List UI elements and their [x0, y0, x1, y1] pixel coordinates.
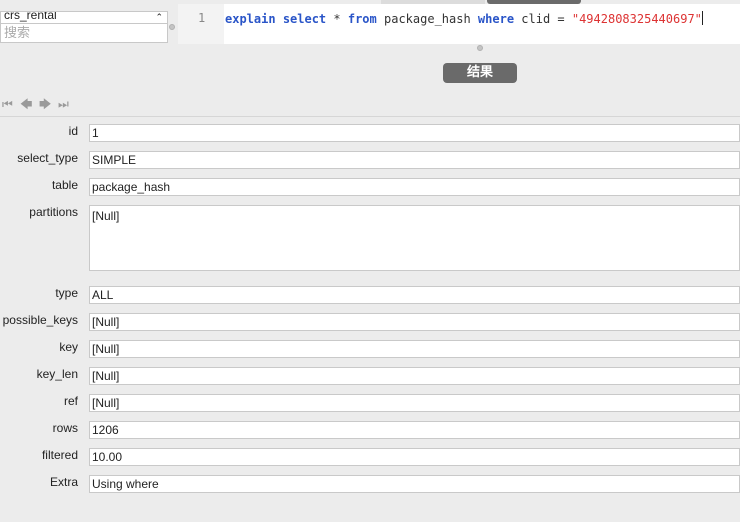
code-text: clid = [514, 12, 572, 26]
field-value-select-type[interactable]: SIMPLE [89, 151, 740, 169]
field-label-id: id [68, 124, 78, 138]
string-literal: "4942808325440697" [571, 12, 702, 26]
field-label-table: table [51, 178, 78, 192]
keyword-select: select [282, 12, 327, 26]
first-record-icon[interactable]: ⏮ [2, 97, 13, 111]
field-label-key-len: key_len [36, 367, 78, 381]
field-value-filtered[interactable]: 10.00 [89, 448, 740, 466]
field-value-key[interactable]: [Null] [89, 340, 740, 358]
code-text: package_hash [376, 12, 478, 26]
splitter-handle-icon[interactable] [477, 45, 483, 51]
field-value-rows[interactable]: 1206 [89, 421, 740, 439]
field-label-possible-keys: possible_keys [2, 313, 78, 327]
previous-record-icon[interactable]: 🡄 [20, 97, 32, 111]
database-select-value: crs_rental [4, 11, 57, 22]
field-value-key-len[interactable]: [Null] [89, 367, 740, 385]
line-number: 1 [198, 11, 206, 25]
field-label-extra: Extra [49, 475, 78, 489]
field-label-select-type: select_type [17, 151, 78, 165]
field-value-possible-keys[interactable]: [Null] [89, 313, 740, 331]
code-text: * [326, 12, 348, 26]
field-label-partitions: partitions [29, 205, 78, 219]
field-label-ref: ref [63, 394, 78, 408]
editor-gutter: 1 [178, 4, 224, 44]
field-value-ref[interactable]: [Null] [89, 394, 740, 412]
divider [0, 116, 740, 117]
field-label-type: type [55, 286, 78, 300]
search-input[interactable] [1, 24, 167, 42]
last-record-icon[interactable]: ⏭ [58, 97, 69, 111]
splitter-handle-icon[interactable] [169, 24, 175, 30]
field-label-key: key [59, 340, 78, 354]
field-label-rows: rows [52, 421, 78, 435]
code-line[interactable]: explain select * from package_hash where… [225, 11, 703, 26]
sql-editor[interactable]: 1 explain select * from package_hash whe… [178, 4, 740, 44]
result-button[interactable]: 结果 [443, 63, 517, 83]
field-value-partitions[interactable]: [Null] [89, 205, 740, 271]
field-value-id[interactable]: 1 [89, 124, 740, 142]
keyword-from: from [347, 12, 377, 26]
field-label-filtered: filtered [41, 448, 78, 462]
field-value-table[interactable]: package_hash [89, 178, 740, 196]
text-caret [701, 11, 703, 25]
next-record-icon[interactable]: 🡆 [39, 97, 51, 111]
search-field[interactable] [0, 23, 168, 43]
chevron-up-icon: ⌃ [155, 12, 163, 22]
keyword-explain: explain [225, 12, 276, 26]
keyword-where: where [477, 12, 515, 26]
field-value-extra[interactable]: Using where [89, 475, 740, 493]
field-value-type[interactable]: ALL [89, 286, 740, 304]
